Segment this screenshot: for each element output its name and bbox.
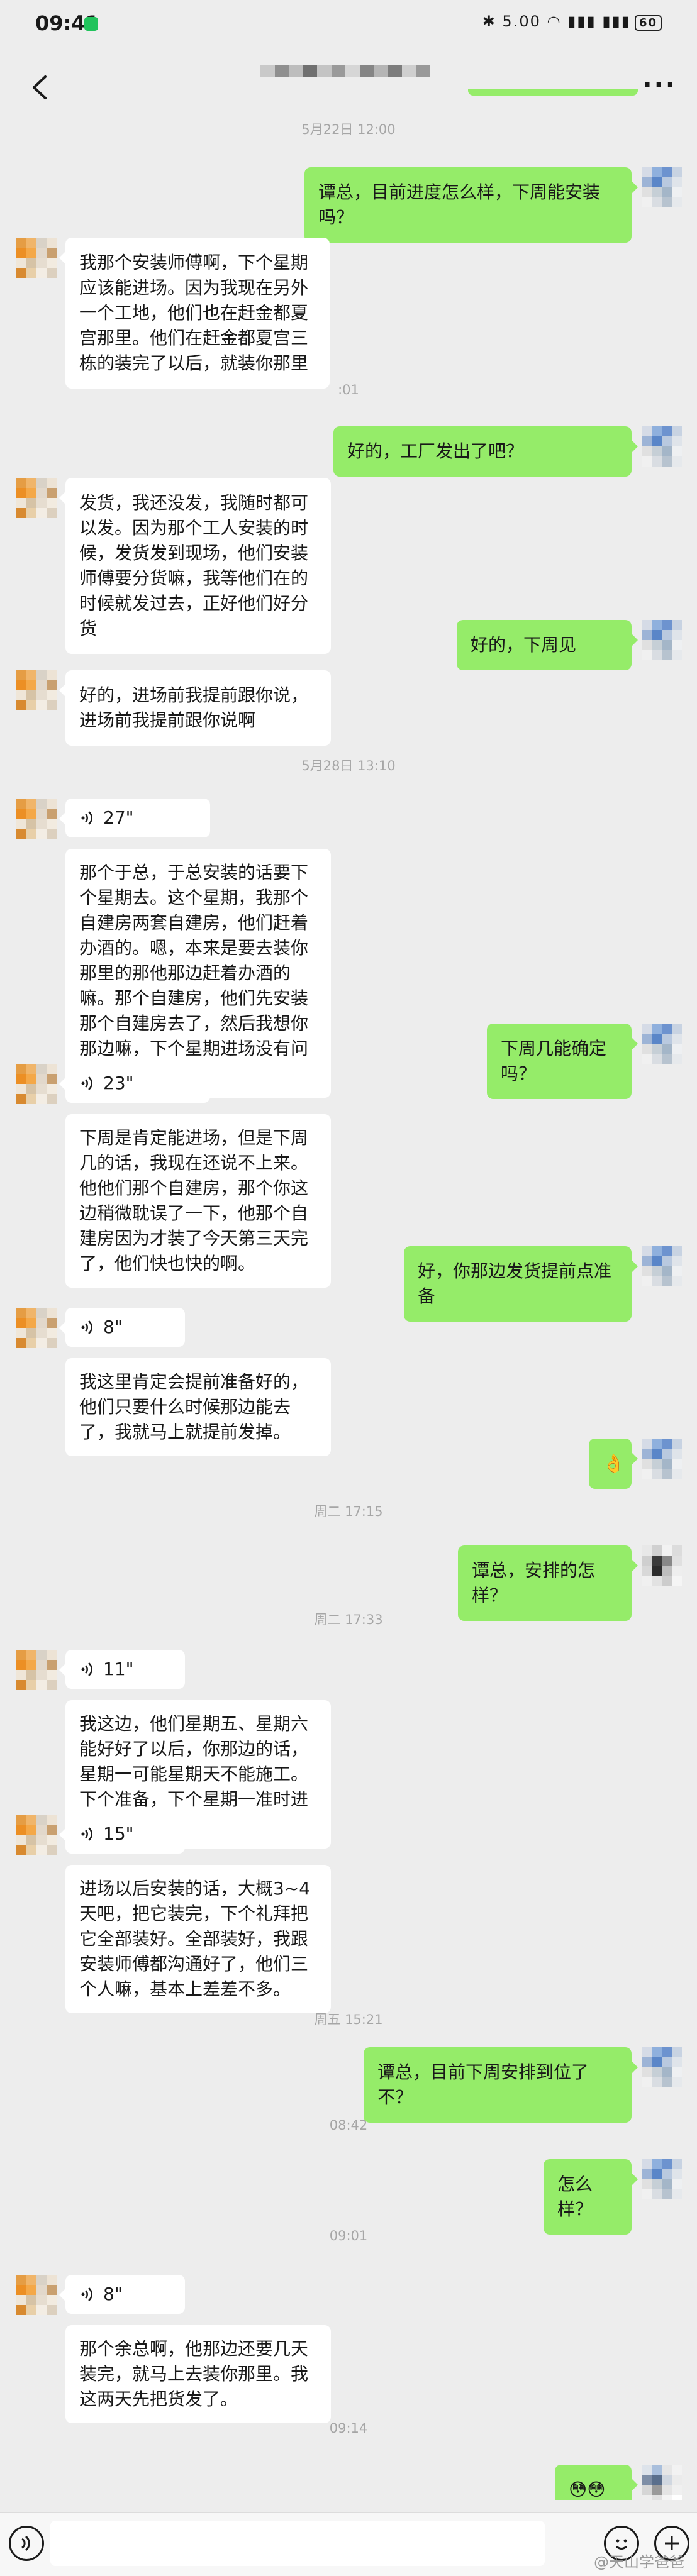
contact-avatar[interactable] [16, 1815, 57, 1855]
contact-avatar[interactable] [16, 238, 57, 278]
voice-wave-icon [81, 1827, 92, 1841]
timestamp: 周二 17:15 [314, 1504, 383, 1519]
sent-bubble[interactable]: 好，你那边发货提前点准备 [404, 1246, 638, 1322]
my-avatar[interactable] [642, 1246, 682, 1286]
voice-duration: 15" [103, 1823, 134, 1844]
sent-bubble[interactable]: 下周几能确定吗？ [487, 1024, 638, 1099]
chat-title-redacted [260, 65, 430, 77]
my-avatar[interactable] [642, 167, 682, 207]
my-avatar[interactable] [642, 2047, 682, 2087]
voice-duration: 11" [103, 1659, 134, 1679]
voice-icon[interactable] [9, 2526, 44, 2561]
sent-bubble[interactable]: 好的，工厂发出了吧？ [333, 426, 638, 477]
voice-duration: 8" [103, 2284, 123, 2304]
my-avatar[interactable] [642, 426, 682, 467]
input-bar [0, 2512, 697, 2576]
voice-bubble[interactable]: 11" [59, 1650, 185, 1689]
partial-message-bubble [468, 89, 638, 96]
timestamp: :01 [338, 382, 359, 397]
timestamp: 09:14 [329, 2421, 368, 2436]
voice-wave-icon [81, 2287, 92, 2301]
voice-wave-icon [81, 1320, 92, 1334]
voice-wave-icon [81, 811, 92, 825]
weibo-watermark: @天山学爸爸 [594, 2553, 684, 2571]
my-avatar[interactable] [642, 1439, 682, 1479]
timestamp: 周二 17:33 [314, 1612, 383, 1627]
voice-transcript: 进场以后安装的话，大概3~4天吧，把它装完，下个礼拜把它全部装好。全部装好，我跟… [65, 1865, 331, 2013]
received-bubble[interactable]: 我那个安装师傅啊，下个星期应该能进场。因为我现在另外一个工地，他们也在赶金都夏宫… [59, 238, 330, 389]
timestamp: 5月28日 13:10 [301, 758, 396, 773]
timestamp: 08:42 [329, 2118, 368, 2133]
sent-bubble[interactable]: 好的，下周见 [457, 620, 638, 670]
voice-bubble[interactable]: 8" [59, 1308, 185, 1347]
sent-bubble[interactable]: 谭总，目前进度怎么样，下周能安装吗？ [304, 167, 638, 243]
voice-duration: 8" [103, 1317, 123, 1337]
timestamp: 09:01 [329, 2228, 368, 2243]
my-avatar[interactable] [642, 1545, 682, 1586]
chat-message-list[interactable]: 5月22日 12:00 谭总，目前进度怎么样，下周能安装吗？ 我那个安装师傅啊，下个… [0, 88, 697, 2500]
received-bubble[interactable]: 发货，我还没发，我随时都可以发。因为那个工人安装的时候，发货发到现场，他们安装师… [59, 478, 331, 654]
voice-wave-icon [81, 1076, 92, 1090]
status-bar: 09:41 ✱ 5.00 ◠ ▮▮▮ ▮▮▮ 60 [0, 0, 697, 53]
contact-avatar[interactable] [16, 799, 57, 839]
timestamp: 5月22日 12:00 [301, 122, 396, 137]
sent-bubble[interactable]: 😳😳😳 [555, 2465, 638, 2500]
sent-bubble[interactable]: 👌 [589, 1439, 638, 1489]
sent-bubble[interactable]: 怎么样？ [544, 2159, 638, 2235]
contact-avatar[interactable] [16, 1650, 57, 1690]
voice-transcript: 我这里肯定会提前准备好的，他们只要什么时候那边能去了，我就马上就提前发掉。 [65, 1358, 331, 1456]
battery-icon: 60 [634, 15, 662, 31]
my-avatar[interactable] [642, 2465, 682, 2500]
voice-bubble[interactable]: 27" [59, 799, 210, 837]
contact-avatar[interactable] [16, 2275, 57, 2315]
voice-transcript: 那个余总啊，他那边还要几天装完，就马上去装你那里。我这两天先把货发了。 [65, 2325, 331, 2423]
voice-duration: 23" [103, 1073, 134, 1093]
wechat-notification-icon [84, 17, 98, 31]
received-bubble[interactable]: 好的，进场前我提前跟你说，进场前我提前跟你说啊 [59, 670, 331, 746]
contact-avatar[interactable] [16, 1064, 57, 1104]
status-icons: ✱ 5.00 ◠ ▮▮▮ ▮▮▮ 60 [482, 13, 662, 31]
my-avatar[interactable] [642, 620, 682, 660]
my-avatar[interactable] [642, 1024, 682, 1064]
voice-bubble[interactable]: 8" [59, 2275, 185, 2314]
contact-avatar[interactable] [16, 670, 57, 710]
contact-avatar[interactable] [16, 478, 57, 518]
contact-avatar[interactable] [16, 1308, 57, 1348]
my-avatar[interactable] [642, 2159, 682, 2199]
voice-transcript: 下周是肯定能进场，但是下周几的话，我现在还说不上来。他他们那个自建房，那个你这边… [65, 1114, 331, 1288]
voice-transcript: 那个于总，于总安装的话要下个星期去。这个星期，我那个自建房两套自建房，他们赶着办… [65, 849, 331, 1098]
voice-duration: 27" [103, 807, 134, 828]
message-input[interactable] [50, 2521, 545, 2566]
voice-bubble[interactable]: 15" [59, 1815, 185, 1854]
timestamp: 周五 15:21 [314, 2012, 383, 2027]
sent-bubble[interactable]: 谭总，目前下周安排到位了不？ [364, 2047, 638, 2123]
voice-wave-icon [81, 1662, 92, 1676]
voice-bubble[interactable]: 23" [59, 1064, 210, 1103]
